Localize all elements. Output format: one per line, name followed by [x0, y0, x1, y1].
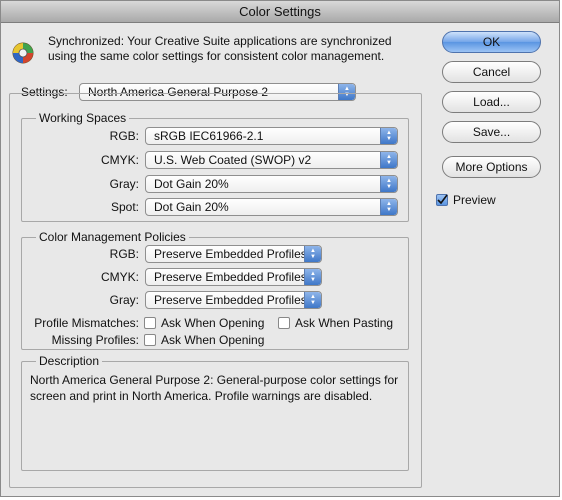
ws-rgb-select[interactable]: sRGB IEC61966-2.1 ▲ ▼	[145, 127, 398, 145]
select-arrows-icon: ▲ ▼	[380, 152, 397, 168]
ws-cmyk-value: U.S. Web Coated (SWOP) v2	[154, 153, 312, 167]
missing-ask-opening-checkbox[interactable]	[144, 334, 156, 346]
ask-pasting-label: Ask When Pasting	[295, 316, 394, 330]
select-arrows-icon: ▲ ▼	[304, 269, 321, 285]
policy-gray-value: Preserve Embedded Profiles	[154, 293, 307, 307]
color-wheel-icon	[12, 42, 34, 64]
preview-checkbox[interactable]	[436, 194, 448, 206]
policies-title: Color Management Policies	[36, 231, 189, 243]
policy-rgb-label: RGB:	[109, 247, 139, 261]
cancel-button[interactable]: Cancel	[442, 61, 541, 83]
policy-gray-select[interactable]: Preserve Embedded Profiles ▲ ▼	[145, 291, 322, 309]
missing-ask-opening-label: Ask When Opening	[161, 333, 265, 347]
window-title: Color Settings	[1, 1, 559, 23]
policy-rgb-value: Preserve Embedded Profiles	[154, 247, 307, 261]
color-settings-dialog: Color Settings Synchronized: Your Creati…	[0, 0, 560, 497]
working-spaces-title: Working Spaces	[36, 112, 130, 124]
save-button[interactable]: Save...	[442, 121, 541, 143]
description-text: North America General Purpose 2: General…	[30, 373, 399, 403]
ws-gray-value: Dot Gain 20%	[154, 177, 229, 191]
more-options-button[interactable]: More Options	[442, 156, 541, 178]
policy-cmyk-value: Preserve Embedded Profiles	[154, 270, 307, 284]
load-button[interactable]: Load...	[442, 91, 541, 113]
ws-rgb-label: RGB:	[109, 129, 139, 143]
ws-gray-label: Gray:	[109, 177, 139, 191]
ok-button[interactable]: OK	[442, 31, 541, 53]
ws-gray-select[interactable]: Dot Gain 20% ▲ ▼	[145, 175, 398, 193]
description-title: Description	[36, 355, 103, 367]
ask-opening-label: Ask When Opening	[161, 316, 265, 330]
ws-cmyk-select[interactable]: U.S. Web Coated (SWOP) v2 ▲ ▼	[145, 151, 398, 169]
select-arrows-icon: ▲ ▼	[380, 176, 397, 192]
ws-cmyk-label: CMYK:	[100, 153, 139, 167]
preview-label: Preview	[453, 193, 496, 207]
policy-cmyk-label: CMYK:	[100, 270, 139, 284]
ws-spot-label: Spot:	[110, 200, 139, 214]
select-arrows-icon: ▲ ▼	[304, 292, 321, 308]
ws-spot-select[interactable]: Dot Gain 20% ▲ ▼	[145, 198, 398, 216]
profile-mismatches-label: Profile Mismatches:	[34, 316, 139, 330]
ask-pasting-checkbox[interactable]	[278, 317, 290, 329]
policy-cmyk-select[interactable]: Preserve Embedded Profiles ▲ ▼	[145, 268, 322, 286]
select-arrows-icon: ▲ ▼	[304, 246, 321, 262]
ask-opening-checkbox[interactable]	[144, 317, 156, 329]
select-arrows-icon: ▲ ▼	[380, 128, 397, 144]
ws-spot-value: Dot Gain 20%	[154, 200, 229, 214]
sync-status-text: Synchronized: Your Creative Suite applic…	[48, 34, 392, 63]
policy-rgb-select[interactable]: Preserve Embedded Profiles ▲ ▼	[145, 245, 322, 263]
ws-rgb-value: sRGB IEC61966-2.1	[154, 129, 264, 143]
select-arrows-icon: ▲ ▼	[380, 199, 397, 215]
policy-gray-label: Gray:	[109, 293, 139, 307]
missing-profiles-label: Missing Profiles:	[51, 333, 139, 347]
checkmark-icon	[437, 194, 448, 205]
